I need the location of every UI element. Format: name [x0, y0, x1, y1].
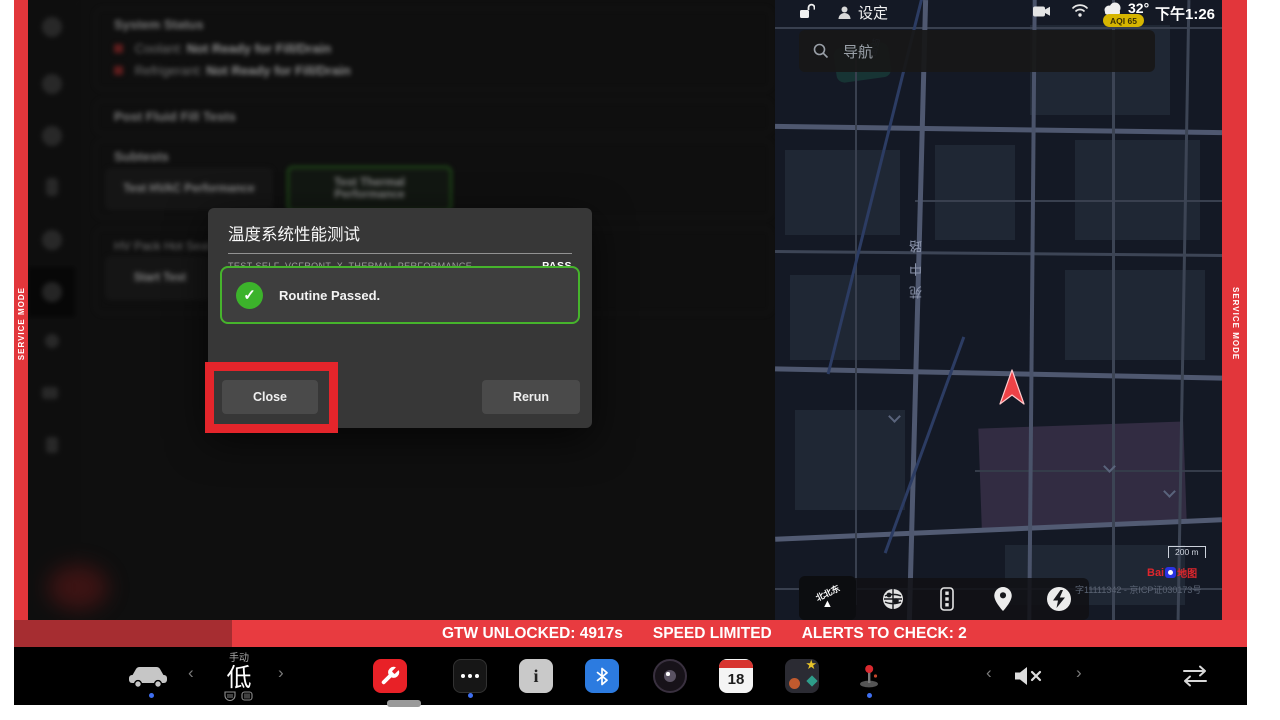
map-block — [1075, 140, 1200, 240]
map-license-text: 字11111342 - 京ICP证030173号 — [1075, 583, 1201, 596]
map-road — [775, 27, 1222, 29]
settings-label: 设定 — [858, 2, 888, 23]
road-name-label: 苑中路 — [907, 230, 926, 299]
mute-icon[interactable] — [1014, 665, 1046, 687]
alerts-to-check-label: ALERTS TO CHECK: 2 — [802, 625, 967, 643]
toybox-app-button[interactable] — [852, 659, 886, 693]
dashcam-icon[interactable] — [1033, 5, 1051, 19]
compass-widget[interactable]: 北北东 ▲ — [799, 576, 856, 620]
map-block — [785, 150, 900, 235]
map-pins-button[interactable] — [989, 585, 1017, 613]
arcade-gem-icon — [806, 675, 817, 686]
map-road — [775, 124, 1222, 135]
camera-lens-icon — [664, 670, 676, 682]
calendar-app-button[interactable]: 18 — [719, 659, 753, 693]
service-app-active-notch — [387, 700, 421, 707]
climate-right-chevron[interactable]: › — [278, 663, 284, 683]
nav-search-bar[interactable]: 导航 — [799, 30, 1155, 72]
traffic-light-icon — [940, 587, 954, 611]
swap-arrows-icon[interactable] — [1180, 664, 1210, 688]
climate-temp-button[interactable]: 低 — [214, 658, 264, 694]
map-block — [795, 410, 905, 510]
taskbar: ‹ 手动 低 › i 18 ★ — [14, 647, 1247, 705]
map-charging-button[interactable] — [1045, 585, 1073, 613]
vehicle-location-marker — [997, 368, 1027, 408]
service-app-icon[interactable] — [373, 659, 407, 693]
defrost-rear-icon — [241, 691, 253, 701]
map-block-purple — [978, 421, 1186, 528]
calendar-top-band — [719, 660, 753, 668]
baidu-paw-icon — [1165, 567, 1176, 578]
map-block — [935, 145, 1015, 240]
service-mode-strip-left: SERVICE MODE — [14, 0, 28, 620]
rerun-button[interactable]: Rerun — [482, 380, 580, 414]
gtw-unlocked-label: GTW UNLOCKED: 4917s — [442, 625, 623, 643]
cloud-icon — [1103, 2, 1122, 15]
map-road — [975, 470, 1222, 472]
bluetooth-icon — [595, 667, 609, 686]
climate-left-chevron[interactable]: ‹ — [188, 663, 194, 683]
map-road — [775, 250, 1222, 256]
dialog-result-message: Routine Passed. — [279, 288, 380, 303]
app-drawer-button[interactable] — [453, 659, 487, 693]
map-scale: 200 m — [1168, 546, 1206, 558]
bluetooth-button[interactable] — [585, 659, 619, 693]
service-mode-strip-right: SERVICE MODE — [1222, 0, 1247, 620]
baidu-logo-text: Bai — [1147, 567, 1164, 579]
speed-limited-label: SPEED LIMITED — [653, 625, 772, 643]
check-circle-icon: ✓ — [236, 282, 263, 309]
volume-left-chevron[interactable]: ‹ — [986, 663, 992, 683]
baidu-logo: Bai 地图 — [1147, 565, 1197, 580]
map-road — [855, 55, 857, 605]
clock-label: 下午1:26 — [1155, 3, 1215, 24]
toybox-active-dot — [867, 693, 872, 698]
map-road — [907, 0, 928, 620]
dialog-title: 温度系统性能测试 — [228, 208, 572, 254]
volume-right-chevron[interactable]: › — [1076, 663, 1082, 683]
search-icon — [813, 43, 829, 59]
camera-app-button[interactable] — [653, 659, 687, 693]
charging-bolt-icon — [1046, 586, 1072, 612]
alert-banner-dim-segment — [14, 620, 232, 647]
dialog-result-box: ✓ Routine Passed. — [220, 266, 580, 324]
service-mode-label-left: SERVICE MODE — [17, 287, 26, 360]
map-globe-button[interactable] — [879, 585, 907, 613]
map-road — [915, 200, 1222, 202]
car-icon — [126, 663, 170, 689]
nav-search-placeholder: 导航 — [843, 41, 873, 62]
car-controls-button[interactable] — [120, 659, 176, 693]
map-status-bar — [799, 3, 815, 20]
baidu-logo-suffix: 地图 — [1177, 565, 1197, 580]
driver-profile[interactable]: 设定 — [837, 2, 888, 23]
map-block — [790, 275, 900, 360]
aqi-badge: AQI 65 — [1103, 14, 1144, 27]
driver-profile-icon — [837, 5, 852, 20]
arcade-star-icon: ★ — [805, 659, 817, 673]
globe-icon — [881, 587, 905, 611]
wrench-icon — [379, 665, 401, 687]
calendar-day-label: 18 — [728, 668, 745, 692]
arcade-app-button[interactable]: ★ — [785, 659, 819, 693]
joystick-icon — [858, 664, 880, 688]
release-notes-button[interactable]: i — [519, 659, 553, 693]
map-canvas[interactable]: 苑中路 坝河 设定 32° AQI 65 下午1:26 — [775, 0, 1222, 620]
car-active-dot — [149, 693, 154, 698]
pin-icon — [994, 587, 1012, 611]
map-road — [1112, 0, 1115, 620]
unlocked-icon — [799, 3, 815, 20]
arcade-planet-icon — [789, 678, 800, 689]
info-icon: i — [533, 666, 538, 687]
defrost-front-icon — [224, 691, 236, 701]
highlight-box — [205, 362, 338, 433]
wifi-icon[interactable] — [1071, 4, 1089, 17]
app-drawer-active-dot — [468, 693, 473, 698]
map-traffic-button[interactable] — [933, 585, 961, 613]
service-mode-label-right: SERVICE MODE — [1231, 287, 1240, 360]
alert-banner: GTW UNLOCKED: 4917s SPEED LIMITED ALERTS… — [14, 620, 1247, 647]
